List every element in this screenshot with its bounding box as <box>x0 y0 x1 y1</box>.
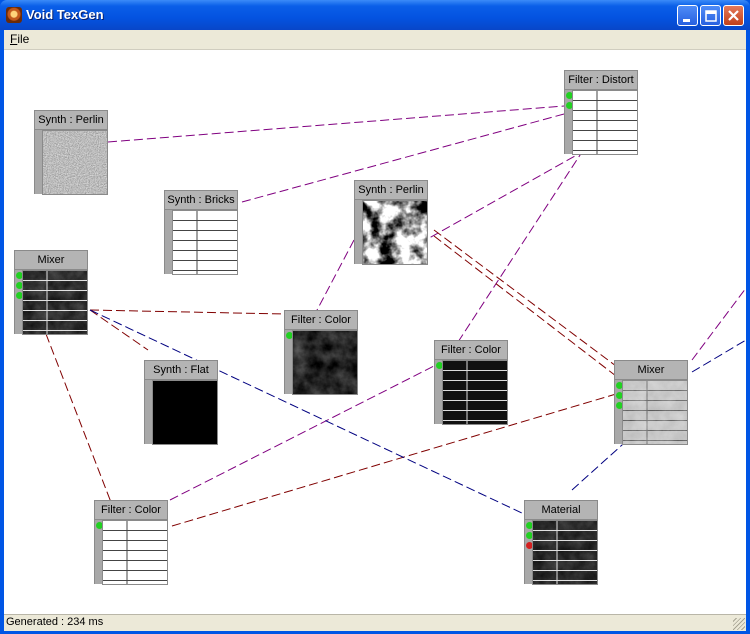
wire <box>691 287 746 361</box>
node-filter-color-white[interactable]: Filter : Color <box>94 500 168 585</box>
node-synth-flat[interactable]: Synth : Flat <box>144 360 218 445</box>
wire <box>691 339 746 373</box>
node-synth-perlin[interactable]: Synth : Perlin <box>34 110 108 195</box>
node-title: Filter : Color <box>284 310 358 330</box>
node-title: Mixer <box>14 250 88 270</box>
texture-preview <box>622 380 688 445</box>
minimize-icon <box>683 19 690 22</box>
node-synth-perlin-clouds[interactable]: Synth : Perlin <box>354 180 428 265</box>
wire <box>45 333 115 511</box>
texture-preview <box>102 520 168 585</box>
window-title: Void TexGen <box>26 7 104 22</box>
node-input-strip <box>434 360 443 424</box>
texture-preview <box>532 520 598 585</box>
node-title: Material <box>524 500 598 520</box>
app-icon[interactable] <box>6 7 22 23</box>
node-input-strip <box>14 270 23 334</box>
node-input-strip <box>164 210 172 274</box>
texture-preview <box>22 270 88 335</box>
node-title: Filter : Distort <box>564 70 638 90</box>
wire <box>457 151 583 343</box>
wire <box>89 309 149 351</box>
texture-preview <box>292 330 358 395</box>
node-input-strip <box>34 130 42 194</box>
wire <box>107 105 565 143</box>
node-title: Filter : Color <box>94 500 168 520</box>
texture-preview <box>152 380 218 445</box>
texture-preview <box>42 130 108 195</box>
node-mixer[interactable]: Mixer <box>14 250 88 335</box>
node-input-strip <box>564 90 573 154</box>
node-input-strip <box>144 380 152 444</box>
wire <box>89 309 285 315</box>
main-window: Void TexGen File Synth: Perlin Synth: … <box>0 0 750 634</box>
node-input-strip <box>614 380 623 444</box>
texture-preview <box>362 200 428 265</box>
wire <box>315 239 355 313</box>
resize-grip[interactable] <box>733 618 745 630</box>
node-material[interactable]: Material <box>524 500 598 585</box>
close-icon <box>728 10 739 21</box>
node-input-strip <box>524 520 533 584</box>
close-button[interactable] <box>723 5 744 26</box>
node-filter-distort[interactable]: Filter : Distort <box>564 70 638 155</box>
node-input-strip <box>284 330 293 394</box>
maximize-button[interactable] <box>700 5 721 26</box>
wire <box>407 151 583 251</box>
node-title: Synth : Flat <box>144 360 218 380</box>
node-graph-canvas[interactable]: Synth : Perlin Synth : Bricks Synth : Pe… <box>4 50 746 614</box>
menu-file[interactable]: File <box>10 32 29 46</box>
texture-preview <box>572 90 638 155</box>
texture-preview <box>172 210 238 275</box>
node-title: Synth : Perlin <box>354 180 428 200</box>
client-area: File Synth: Perlin Synth: Bricks Synth… <box>4 30 746 631</box>
node-mixer-right[interactable]: Mixer <box>614 360 688 445</box>
node-input-strip <box>354 200 362 264</box>
minimize-button[interactable] <box>677 5 698 26</box>
node-title: Synth : Bricks <box>164 190 238 210</box>
node-title: Filter : Color <box>434 340 508 360</box>
node-synth-bricks[interactable]: Synth : Bricks <box>164 190 238 275</box>
status-text: Generated : 234 ms <box>6 616 104 628</box>
texture-preview <box>442 360 508 425</box>
menu-bar: File <box>4 30 746 50</box>
maximize-icon <box>705 10 717 22</box>
title-bar[interactable]: Void TexGen <box>0 0 750 30</box>
node-title: Synth : Perlin <box>34 110 108 130</box>
node-input-strip <box>94 520 103 584</box>
node-filter-color-bricks[interactable]: Filter : Color <box>434 340 508 425</box>
status-bar: Generated : 234 ms <box>4 614 746 631</box>
node-title: Mixer <box>614 360 688 380</box>
node-filter-color[interactable]: Filter : Color <box>284 310 358 395</box>
